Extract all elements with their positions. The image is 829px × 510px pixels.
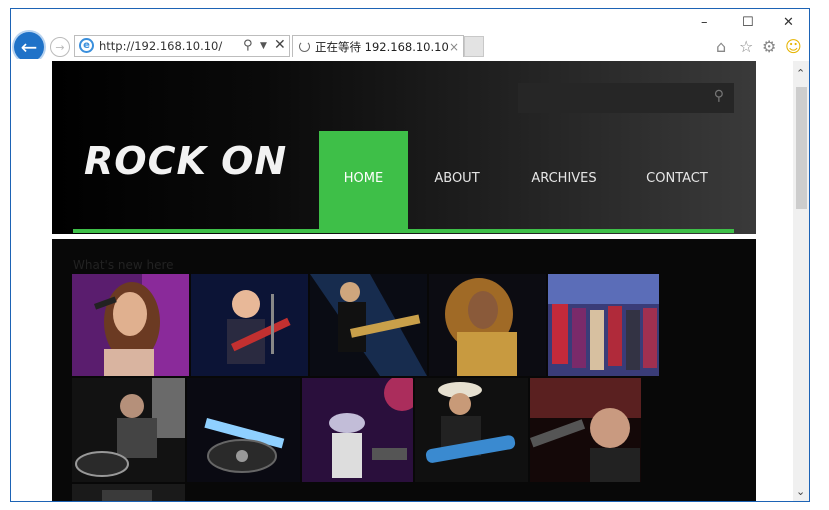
browser-window: – ☐ ✕ ← → e http://192.168.10.10/ ⚲ ▼ ✕ … [10,8,810,502]
nav-contact[interactable]: CONTACT [637,131,717,232]
minimize-button[interactable]: – [701,15,708,30]
gallery-thumb[interactable] [310,274,427,376]
stop-icon[interactable]: ✕ [274,35,286,55]
address-bar[interactable]: e http://192.168.10.10/ ⚲ ▼ ✕ [74,35,290,57]
scroll-thumb[interactable] [796,87,807,209]
gallery-thumb[interactable] [72,274,189,376]
dropdown-icon[interactable]: ▼ [260,36,267,56]
smiley-icon[interactable]: ☺ [785,37,802,56]
gallery-thumb[interactable] [72,378,185,482]
forward-arrow-icon[interactable]: → [50,37,70,57]
nav-home[interactable]: HOME [319,131,408,232]
site-search-input[interactable]: ⚲ [518,83,734,113]
gear-icon[interactable]: ⚙ [762,37,776,56]
nav-archives[interactable]: ARCHIVES [520,131,608,232]
address-url[interactable]: http://192.168.10.10/ [99,36,222,56]
gallery-thumb[interactable] [302,378,413,482]
gallery-thumb[interactable] [191,274,308,376]
site-header: ⚲ ROCK ON HOME ABOUT ARCHIVES CONTACT [52,61,756,234]
gallery-thumb[interactable] [548,274,659,376]
tab-title: 正在等待 192.168.10.10 [315,40,449,54]
scroll-up-icon[interactable]: ⌃ [796,67,805,80]
nav-about[interactable]: ABOUT [422,131,492,232]
gallery-thumb[interactable] [72,484,185,501]
content-area: What's new here [52,239,756,501]
section-title: What's new here [73,258,174,272]
gallery-thumb[interactable] [429,274,546,376]
page-viewport: ⚲ ROCK ON HOME ABOUT ARCHIVES CONTACT Wh… [11,59,793,501]
gallery-thumb[interactable] [415,378,528,482]
nav-underline [73,229,734,233]
gallery-thumb[interactable] [187,378,300,482]
ie-logo-icon: e [79,38,94,53]
tab-close-button[interactable]: × [449,36,459,58]
search-icon[interactable]: ⚲ [714,88,724,104]
search-icon[interactable]: ⚲ [243,36,253,56]
loading-spinner-icon [299,41,310,52]
close-window-button[interactable]: ✕ [783,15,794,30]
back-arrow-icon[interactable]: ← [14,32,44,62]
site-logo[interactable]: ROCK ON [84,139,287,183]
browser-tab[interactable]: 正在等待 192.168.10.10 × [292,35,464,57]
star-icon[interactable]: ☆ [739,37,753,56]
home-icon[interactable]: ⌂ [716,37,726,56]
gallery-thumb[interactable] [530,378,641,482]
scroll-down-icon[interactable]: ⌄ [796,485,805,498]
maximize-button[interactable]: ☐ [742,15,754,30]
new-tab-button[interactable] [464,36,484,57]
vertical-scrollbar[interactable]: ⌃ ⌄ [793,61,809,501]
